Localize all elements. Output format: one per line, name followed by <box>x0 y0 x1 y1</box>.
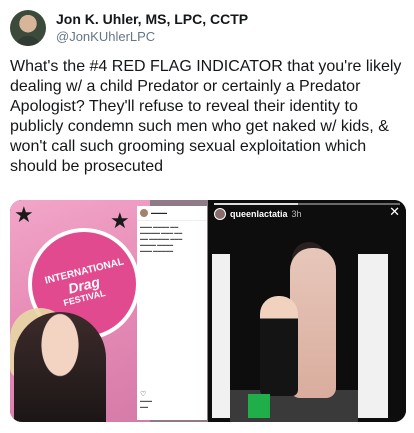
child-figure <box>260 296 298 396</box>
green-bag <box>248 394 270 418</box>
author-names: Jon K. Uhler, MS, LPC, CCTP @JonKUhlerLP… <box>56 11 248 45</box>
instagram-user: ▬▬▬▬ <box>151 210 167 215</box>
media-image-left[interactable]: ★ ★ ★ INTERNATIONAL Drag FESTIVAL ▬▬▬▬ ▬… <box>10 200 208 422</box>
story-avatar <box>214 208 226 220</box>
close-icon[interactable]: ✕ <box>389 204 400 220</box>
heart-icon: ♡ <box>140 391 147 398</box>
instagram-actions: ♡ ▬▬▬ ▬▬ <box>140 391 152 409</box>
media-image-right[interactable]: queenlactatia 3h ✕ <box>208 200 406 422</box>
instagram-post-header: ▬▬▬▬ <box>137 206 207 221</box>
mini-avatar <box>140 209 148 217</box>
story-username: queenlactatia <box>230 209 288 219</box>
tweet-text: What's the #4 RED FLAG INDICATOR that yo… <box>10 58 402 175</box>
backdrop-panel-right <box>358 254 388 418</box>
instagram-post-card: ▬▬▬▬ ▬▬▬ ▬▬▬▬ ▬▬ ▬▬▬▬▬ ▬▬▬ ▬▬ ▬▬ ▬▬▬▬▬ ▬▬▬… <box>137 206 207 420</box>
display-name[interactable]: Jon K. Uhler, MS, LPC, CCTP <box>56 11 248 28</box>
user-handle[interactable]: @JonKUhlerLPC <box>56 28 248 45</box>
star-icon: ★ <box>110 208 130 233</box>
story-progress-bar <box>214 203 400 205</box>
tweet-header: Jon K. Uhler, MS, LPC, CCTP @JonKUhlerLP… <box>10 10 248 46</box>
tweet-media[interactable]: ★ ★ ★ INTERNATIONAL Drag FESTIVAL ▬▬▬▬ ▬… <box>10 200 406 422</box>
backdrop-panel-left <box>212 254 230 418</box>
child-photo <box>14 312 106 422</box>
story-time: 3h <box>291 209 302 219</box>
avatar[interactable] <box>10 10 46 46</box>
story-header: queenlactatia 3h <box>214 208 302 220</box>
star-icon: ★ <box>14 202 34 227</box>
instagram-caption: ▬▬▬ ▬▬▬▬ ▬▬ ▬▬▬▬▬ ▬▬▬ ▬▬ ▬▬ ▬▬▬▬▬ ▬▬▬ ▬▬▬▬ … <box>140 224 183 253</box>
